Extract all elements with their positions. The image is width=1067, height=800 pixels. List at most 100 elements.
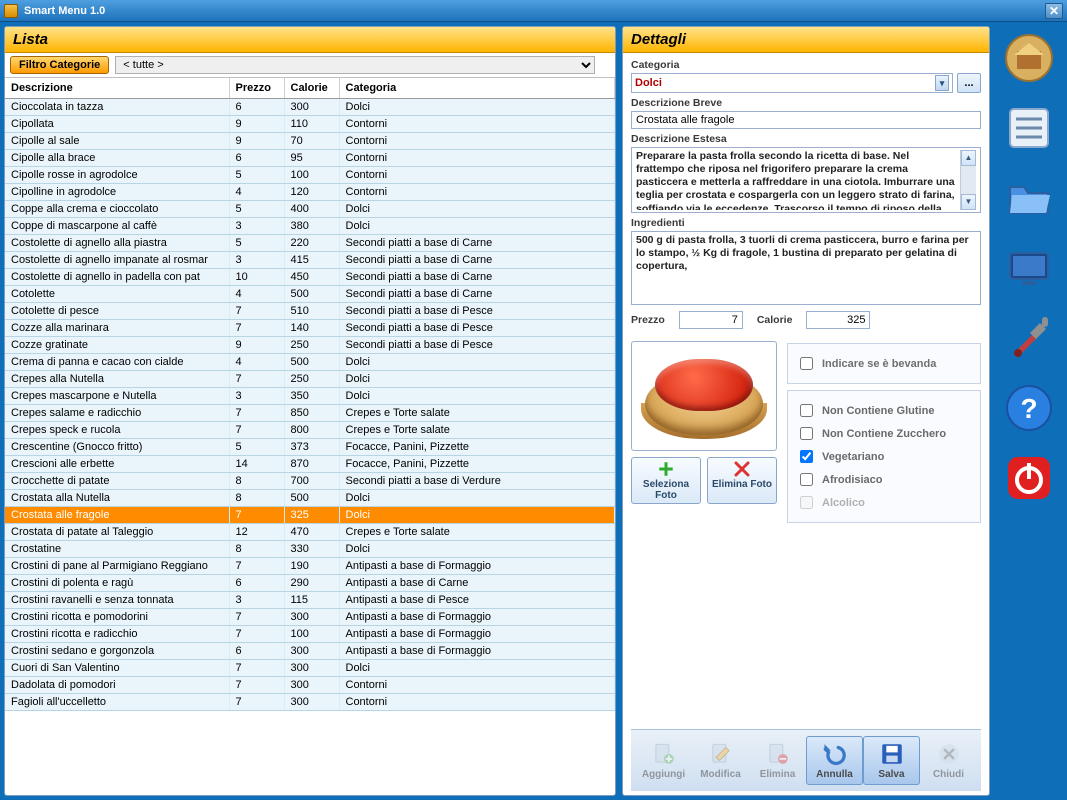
flag-zucchero[interactable]: Non Contiene Zucchero <box>796 424 972 443</box>
elimina-button[interactable]: Elimina <box>749 736 806 785</box>
table-row[interactable]: Crostatine8330Dolci <box>5 541 615 558</box>
checkbox-zucchero[interactable] <box>800 427 813 440</box>
table-row[interactable]: Cipolle alla brace695Contorni <box>5 150 615 167</box>
flag-vegetariano[interactable]: Vegetariano <box>796 447 972 466</box>
table-row[interactable]: Costolette di agnello impanate al rosmar… <box>5 252 615 269</box>
table-row[interactable]: Dadolata di pomodori7300Contorni <box>5 677 615 694</box>
select-photo-button[interactable]: Seleziona Foto <box>631 457 701 504</box>
salva-button[interactable]: Salva <box>863 736 920 785</box>
cell-categoria: Contorni <box>339 167 615 184</box>
annulla-button[interactable]: Annulla <box>806 736 863 785</box>
table-row[interactable]: Crescioni alle erbette14870Focacce, Pani… <box>5 456 615 473</box>
table-row[interactable]: Crepes speck e rucola7800Crepes e Torte … <box>5 422 615 439</box>
filter-category-button[interactable]: Filtro Categorie <box>10 56 109 74</box>
table-row[interactable]: Crostini ricotta e radicchio7100Antipast… <box>5 626 615 643</box>
table-row[interactable]: Crostini ravanelli e senza tonnata3115An… <box>5 592 615 609</box>
prezzo-input[interactable] <box>679 311 743 329</box>
cell-desc: Costolette di agnello impanate al rosmar <box>5 252 229 269</box>
categoria-browse-button[interactable]: ... <box>957 73 981 93</box>
col-header-categoria[interactable]: Categoria <box>339 78 615 99</box>
table-row[interactable]: Costolette di agnello alla piastra5220Se… <box>5 235 615 252</box>
cell-desc: Coppe alla crema e cioccolato <box>5 201 229 218</box>
chiudi-button[interactable]: Chiudi <box>920 736 977 785</box>
cell-prezzo: 7 <box>229 694 284 711</box>
cell-prezzo: 4 <box>229 184 284 201</box>
flag-bevanda[interactable]: Indicare se è bevanda <box>796 354 972 373</box>
cell-desc: Crostata di patate al Taleggio <box>5 524 229 541</box>
col-header-descrizione[interactable]: Descrizione <box>5 78 229 99</box>
table-row[interactable]: Crostata alle fragole7325Dolci <box>5 507 615 524</box>
table-row[interactable]: Crostata alla Nutella8500Dolci <box>5 490 615 507</box>
table-row[interactable]: Cozze gratinate9250Secondi piatti a base… <box>5 337 615 354</box>
checkbox-bevanda[interactable] <box>800 357 813 370</box>
desc-breve-input[interactable] <box>631 111 981 129</box>
table-row[interactable]: Cozze alla marinara7140Secondi piatti a … <box>5 320 615 337</box>
table-row[interactable]: Cotolette di pesce7510Secondi piatti a b… <box>5 303 615 320</box>
cell-prezzo: 7 <box>229 609 284 626</box>
arrow-up-icon[interactable]: ▲ <box>961 150 976 166</box>
checkbox-vegetariano[interactable] <box>800 450 813 463</box>
rail-list-button[interactable] <box>1001 100 1057 156</box>
arrow-down-icon[interactable]: ▼ <box>961 194 976 210</box>
categoria-select[interactable]: Dolci ▾ <box>631 73 953 93</box>
table-row[interactable]: Cipolle al sale970Contorni <box>5 133 615 150</box>
col-header-prezzo[interactable]: Prezzo <box>229 78 284 99</box>
table-row[interactable]: Crescentine (Gnocco fritto)5373Focacce, … <box>5 439 615 456</box>
rail-home-button[interactable] <box>1001 30 1057 86</box>
table-row[interactable]: Coppe di mascarpone al caffè3380Dolci <box>5 218 615 235</box>
aggiungi-button[interactable]: Aggiungi <box>635 736 692 785</box>
table-row[interactable]: Coppe alla crema e cioccolato5400Dolci <box>5 201 615 218</box>
delete-photo-button[interactable]: Elimina Foto <box>707 457 777 504</box>
cell-desc: Crostini di pane al Parmigiano Reggiano <box>5 558 229 575</box>
cell-calorie: 500 <box>284 354 339 371</box>
table-row[interactable]: Crepes salame e radicchio7850Crepes e To… <box>5 405 615 422</box>
cell-desc: Crostata alle fragole <box>5 507 229 524</box>
tools-icon <box>1004 313 1054 363</box>
table-row[interactable]: Cotolette4500Secondi piatti a base di Ca… <box>5 286 615 303</box>
cell-desc: Crocchette di patate <box>5 473 229 490</box>
table-row[interactable]: Cipolline in agrodolce4120Contorni <box>5 184 615 201</box>
flag-afrodisiaco[interactable]: Afrodisiaco <box>796 470 972 489</box>
desc-estesa-scrollbar[interactable]: ▲ ▼ <box>960 150 976 210</box>
cell-calorie: 325 <box>284 507 339 524</box>
table-row[interactable]: Crostini ricotta e pomodorini7300Antipas… <box>5 609 615 626</box>
cell-prezzo: 8 <box>229 473 284 490</box>
table-row[interactable]: Crostini di polenta e ragù6290Antipasti … <box>5 575 615 592</box>
table-row[interactable]: Cuori di San Valentino7300Dolci <box>5 660 615 677</box>
table-row[interactable]: Crostini di pane al Parmigiano Reggiano7… <box>5 558 615 575</box>
cell-desc: Fagioli all'uccelletto <box>5 694 229 711</box>
modifica-button[interactable]: Modifica <box>692 736 749 785</box>
rail-power-button[interactable] <box>1001 450 1057 506</box>
cell-calorie: 400 <box>284 201 339 218</box>
table-scroll[interactable]: Descrizione Prezzo Calorie Categoria Cio… <box>5 78 615 795</box>
filter-category-select[interactable]: < tutte > <box>115 56 595 74</box>
cell-calorie: 300 <box>284 694 339 711</box>
table-row[interactable]: Costolette di agnello in padella con pat… <box>5 269 615 286</box>
rail-folder-button[interactable] <box>1001 170 1057 226</box>
table-row[interactable]: Crema di panna e cacao con cialde4500Dol… <box>5 354 615 371</box>
table-row[interactable]: Cipolle rosse in agrodolce5100Contorni <box>5 167 615 184</box>
rail-tools-button[interactable] <box>1001 310 1057 366</box>
flag-glutine[interactable]: Non Contiene Glutine <box>796 401 972 420</box>
rail-help-button[interactable]: ? <box>1001 380 1057 436</box>
table-row[interactable]: Fagioli all'uccelletto7300Contorni <box>5 694 615 711</box>
checkbox-afrodisiaco[interactable] <box>800 473 813 486</box>
ingredienti-textarea[interactable]: 500 g di pasta frolla, 3 tuorli di crema… <box>631 231 981 305</box>
table-row[interactable]: Cipollata9110Contorni <box>5 116 615 133</box>
table-row[interactable]: Crostini sedano e gorgonzola6300Antipast… <box>5 643 615 660</box>
checkbox-glutine[interactable] <box>800 404 813 417</box>
window-close-button[interactable]: ✕ <box>1045 3 1063 19</box>
table-row[interactable]: Cioccolata in tazza6300Dolci <box>5 99 615 116</box>
cell-prezzo: 7 <box>229 558 284 575</box>
table-row[interactable]: Crepes mascarpone e Nutella3350Dolci <box>5 388 615 405</box>
help-icon: ? <box>1004 383 1054 433</box>
cell-prezzo: 12 <box>229 524 284 541</box>
cell-desc: Cipolle al sale <box>5 133 229 150</box>
table-row[interactable]: Crepes alla Nutella7250Dolci <box>5 371 615 388</box>
calorie-input[interactable] <box>806 311 870 329</box>
desc-estesa-textarea[interactable]: Preparare la pasta frolla secondo la ric… <box>631 147 981 213</box>
table-row[interactable]: Crocchette di patate8700Secondi piatti a… <box>5 473 615 490</box>
table-row[interactable]: Crostata di patate al Taleggio12470Crepe… <box>5 524 615 541</box>
rail-monitor-button[interactable] <box>1001 240 1057 296</box>
col-header-calorie[interactable]: Calorie <box>284 78 339 99</box>
